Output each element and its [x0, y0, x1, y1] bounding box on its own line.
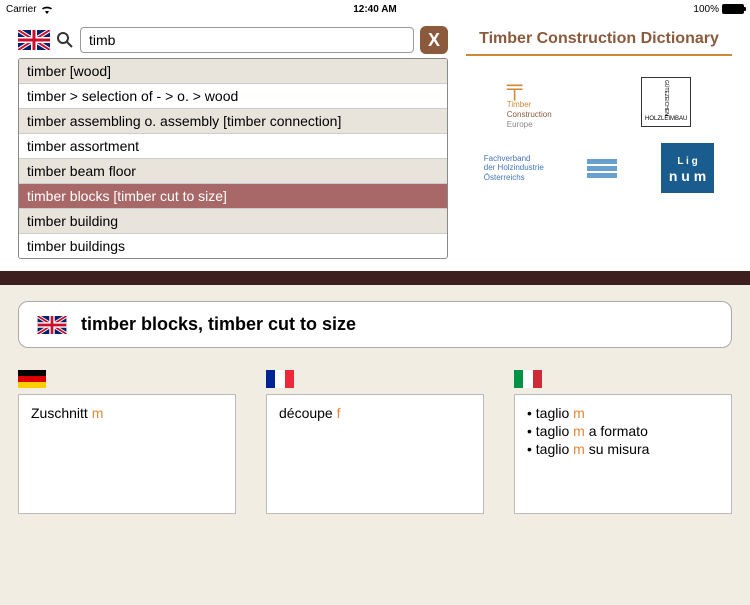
- term-header: timber blocks, timber cut to size: [18, 301, 732, 348]
- battery-percent: 100%: [693, 4, 719, 15]
- logo-bars-icon: [587, 159, 617, 178]
- translation-box-it: • taglio m • taglio m a formato • taglio m…: [514, 394, 732, 514]
- translation-it: • taglio m • taglio m a formato • taglio m…: [514, 370, 732, 514]
- flag-de-icon: [18, 370, 236, 388]
- search-icon[interactable]: [56, 31, 74, 49]
- bottom-section: timber blocks, timber cut to size Zuschn…: [0, 285, 750, 605]
- battery-icon: [722, 4, 744, 14]
- flag-uk-icon[interactable]: [18, 30, 50, 50]
- info-area: Timber Construction Dictionary ╤ Timber …: [466, 26, 732, 259]
- result-item[interactable]: timber building: [19, 209, 447, 234]
- result-item[interactable]: timber blocks [timber cut to size]: [19, 184, 447, 209]
- results-list: timber [wood]timber > selection of - > o…: [18, 58, 448, 259]
- translation-line: • taglio m a formato: [527, 423, 719, 439]
- search-area: X timber [wood]timber > selection of - >…: [18, 26, 448, 259]
- translation-box-fr: découpe f: [266, 394, 484, 514]
- top-section: X timber [wood]timber > selection of - >…: [0, 18, 750, 271]
- translation-box-de: Zuschnitt m: [18, 394, 236, 514]
- result-item[interactable]: timber beam floor: [19, 159, 447, 184]
- flag-uk-icon: [37, 316, 67, 334]
- selected-term: timber blocks, timber cut to size: [81, 314, 356, 335]
- flag-fr-icon: [266, 370, 484, 388]
- logo-fachverband: Fachverband der Holzindustrie Österreich…: [484, 154, 544, 183]
- translation-line: • taglio m: [527, 405, 719, 421]
- translation-line: découpe f: [279, 405, 471, 421]
- flag-it-icon: [514, 370, 732, 388]
- app-title: Timber Construction Dictionary: [466, 30, 732, 56]
- status-time: 12:40 AM: [353, 4, 397, 15]
- result-item[interactable]: timber buildings: [19, 234, 447, 258]
- translation-line: Zuschnitt m: [31, 405, 223, 421]
- translation-de: Zuschnitt m: [18, 370, 236, 514]
- logo-lignum: L i gn u m: [661, 143, 714, 193]
- clear-search-button[interactable]: X: [420, 26, 448, 54]
- logo-tce: ╤ Timber Construction Europe: [507, 74, 552, 129]
- carrier-label: Carrier: [6, 4, 37, 15]
- translation-line: • taglio m su misura: [527, 441, 719, 457]
- result-item[interactable]: timber > selection of - > o. > wood: [19, 84, 447, 109]
- search-input[interactable]: [80, 27, 414, 53]
- translation-fr: découpe f: [266, 370, 484, 514]
- logo-holzleimbau: GÜTEZEICHEN HOLZLEIMBAU: [641, 77, 691, 127]
- result-item[interactable]: timber assortment: [19, 134, 447, 159]
- divider-bar: [0, 271, 750, 285]
- status-bar: Carrier 12:40 AM 100%: [0, 0, 750, 18]
- wifi-icon: [41, 5, 53, 14]
- result-item[interactable]: timber assembling o. assembly [timber co…: [19, 109, 447, 134]
- translations-row: Zuschnitt m découpe f • taglio m• taglio…: [18, 370, 732, 514]
- result-item[interactable]: timber [wood]: [19, 59, 447, 84]
